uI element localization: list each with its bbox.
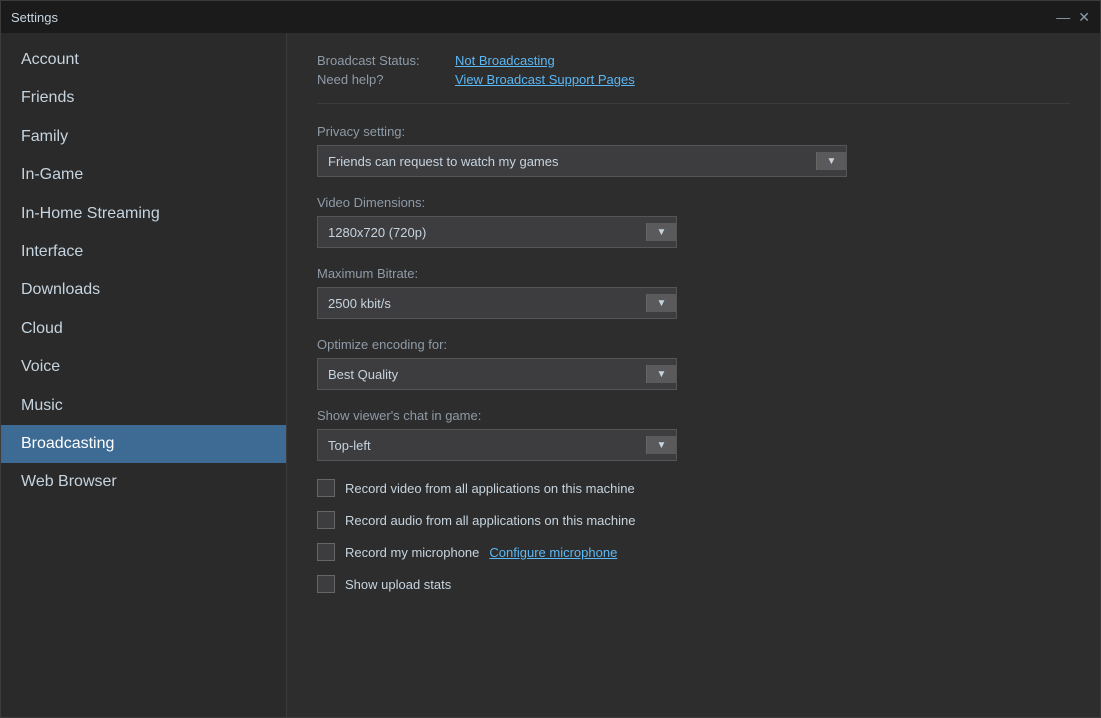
sidebar-item-downloads[interactable]: Downloads <box>1 271 286 309</box>
sidebar-item-broadcasting[interactable]: Broadcasting <box>1 425 286 463</box>
title-bar: Settings — ✕ <box>1 1 1100 33</box>
record-microphone-row: Record my microphone Configure microphon… <box>317 543 1070 561</box>
show-viewers-chat-value: Top-left <box>328 438 646 453</box>
sidebar-item-account[interactable]: Account <box>1 41 286 79</box>
view-support-link[interactable]: View Broadcast Support Pages <box>455 72 635 87</box>
sidebar-item-family[interactable]: Family <box>1 118 286 156</box>
sidebar-item-voice[interactable]: Voice <box>1 348 286 386</box>
optimize-encoding-arrow: ▼ <box>646 365 676 383</box>
maximum-bitrate-arrow: ▼ <box>646 294 676 312</box>
broadcast-status-label: Broadcast Status: <box>317 53 447 68</box>
sidebar-item-cloud[interactable]: Cloud <box>1 310 286 348</box>
video-dimensions-arrow: ▼ <box>646 223 676 241</box>
sidebar-item-in-game[interactable]: In-Game <box>1 156 286 194</box>
settings-window: Settings — ✕ AccountFriendsFamilyIn-Game… <box>0 0 1101 718</box>
configure-microphone-link[interactable]: Configure microphone <box>489 545 617 560</box>
video-dimensions-value: 1280x720 (720p) <box>328 225 646 240</box>
optimize-encoding-dropdown[interactable]: Best Quality ▼ <box>317 358 677 390</box>
sidebar: AccountFriendsFamilyIn-GameIn-Home Strea… <box>1 33 286 717</box>
video-dimensions-label: Video Dimensions: <box>317 195 1070 210</box>
video-dimensions-dropdown[interactable]: 1280x720 (720p) ▼ <box>317 216 677 248</box>
privacy-setting-value: Friends can request to watch my games <box>328 154 816 169</box>
broadcast-status-section: Broadcast Status: Not Broadcasting Need … <box>317 53 1070 104</box>
privacy-setting-section: Privacy setting: Friends can request to … <box>317 124 1070 177</box>
close-button[interactable]: ✕ <box>1078 10 1090 24</box>
record-audio-checkbox[interactable] <box>317 511 335 529</box>
record-microphone-label: Record my microphone <box>345 545 479 560</box>
maximum-bitrate-label: Maximum Bitrate: <box>317 266 1070 281</box>
privacy-setting-label: Privacy setting: <box>317 124 1070 139</box>
show-viewers-chat-dropdown[interactable]: Top-left ▼ <box>317 429 677 461</box>
need-help-row: Need help? View Broadcast Support Pages <box>317 72 1070 87</box>
maximum-bitrate-value: 2500 kbit/s <box>328 296 646 311</box>
record-audio-label: Record audio from all applications on th… <box>345 513 636 528</box>
maximum-bitrate-dropdown[interactable]: 2500 kbit/s ▼ <box>317 287 677 319</box>
show-viewers-chat-label: Show viewer's chat in game: <box>317 408 1070 423</box>
content-area: AccountFriendsFamilyIn-GameIn-Home Strea… <box>1 33 1100 717</box>
record-video-checkbox[interactable] <box>317 479 335 497</box>
show-upload-stats-checkbox[interactable] <box>317 575 335 593</box>
show-viewers-chat-section: Show viewer's chat in game: Top-left ▼ <box>317 408 1070 461</box>
broadcast-status-value[interactable]: Not Broadcasting <box>455 53 555 68</box>
optimize-encoding-section: Optimize encoding for: Best Quality ▼ <box>317 337 1070 390</box>
sidebar-item-music[interactable]: Music <box>1 387 286 425</box>
record-video-label: Record video from all applications on th… <box>345 481 635 496</box>
record-microphone-checkbox[interactable] <box>317 543 335 561</box>
record-audio-row: Record audio from all applications on th… <box>317 511 1070 529</box>
maximum-bitrate-section: Maximum Bitrate: 2500 kbit/s ▼ <box>317 266 1070 319</box>
checkboxes-section: Record video from all applications on th… <box>317 479 1070 593</box>
sidebar-item-friends[interactable]: Friends <box>1 79 286 117</box>
sidebar-item-web-browser[interactable]: Web Browser <box>1 463 286 501</box>
main-content: Broadcast Status: Not Broadcasting Need … <box>286 33 1100 717</box>
optimize-encoding-label: Optimize encoding for: <box>317 337 1070 352</box>
sidebar-item-interface[interactable]: Interface <box>1 233 286 271</box>
window-controls: — ✕ <box>1056 10 1090 24</box>
need-help-label: Need help? <box>317 72 447 87</box>
sidebar-item-in-home-streaming[interactable]: In-Home Streaming <box>1 195 286 233</box>
optimize-encoding-value: Best Quality <box>328 367 646 382</box>
window-title: Settings <box>11 10 58 25</box>
show-upload-stats-row: Show upload stats <box>317 575 1070 593</box>
privacy-dropdown-arrow: ▼ <box>816 152 846 170</box>
privacy-setting-dropdown[interactable]: Friends can request to watch my games ▼ <box>317 145 847 177</box>
minimize-button[interactable]: — <box>1056 10 1070 24</box>
show-upload-stats-label: Show upload stats <box>345 577 451 592</box>
broadcast-status-row: Broadcast Status: Not Broadcasting <box>317 53 1070 68</box>
record-video-row: Record video from all applications on th… <box>317 479 1070 497</box>
show-viewers-chat-arrow: ▼ <box>646 436 676 454</box>
video-dimensions-section: Video Dimensions: 1280x720 (720p) ▼ <box>317 195 1070 248</box>
